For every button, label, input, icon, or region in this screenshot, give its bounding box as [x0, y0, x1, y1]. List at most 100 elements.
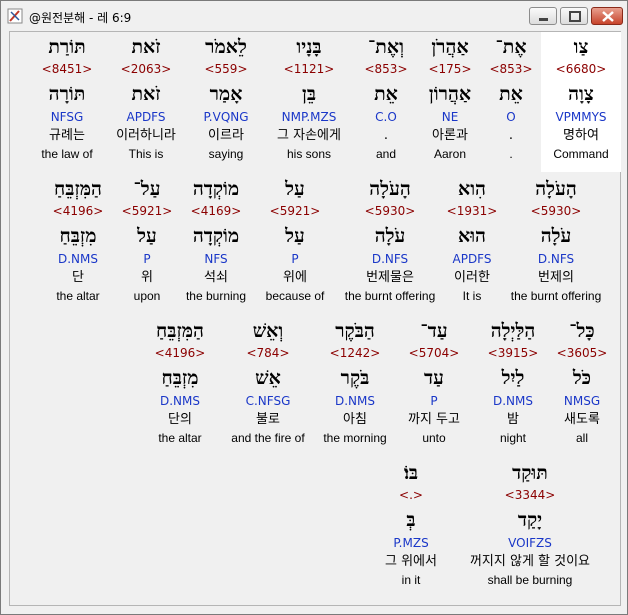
hebrew-lemma: עַד: [424, 367, 444, 389]
word-cell[interactable]: צַו <6680> צָוָה VPMMYS 명하여 Command: [541, 32, 621, 172]
hebrew-word: הַמִּזְבֵּחַ: [156, 320, 204, 342]
hebrew-lemma: כֹּל: [572, 367, 592, 389]
hebrew-word: בָּנָיו: [296, 36, 322, 58]
hebrew-lemma: עַל: [285, 225, 305, 247]
close-button[interactable]: [591, 7, 623, 25]
word-cell[interactable]: הַמִּזְבֵּחַ <4196> מִזְבֵּחַ D.NMS 단의 t…: [142, 316, 218, 456]
close-icon: [602, 11, 614, 22]
korean-gloss: 이르라: [208, 128, 244, 143]
word-cell[interactable]: הָעֹלָה <5930> עֹלָה D.NFS 번제의 the burnt…: [502, 174, 610, 314]
hebrew-lemma: תּוֹרָה: [48, 83, 86, 105]
hebrew-word: וְאֵשׁ: [252, 320, 284, 342]
word-cell[interactable]: הַבֹּקֶר <1242> בֹּקֶר D.NMS 아침 the morn…: [315, 316, 395, 456]
window-title: @원전분해 - 레 6:9: [29, 11, 132, 25]
parse-code: C.NFSG: [245, 394, 291, 408]
word-cell[interactable]: מוֹקְדָה <4169> מוֹקְדָה NFS 석쇠 the burn…: [178, 174, 254, 314]
korean-gloss: 밤: [507, 412, 519, 427]
hebrew-word: הָעֹלָה: [369, 178, 411, 200]
parse-code: D.NMS: [334, 394, 375, 408]
parse-code: D.NFS: [371, 252, 409, 266]
word-cell[interactable]: הַמִּזְבֵּחַ <4196> מִזְבֵּחַ D.NMS 단 th…: [38, 174, 118, 314]
word-cell[interactable]: זֹאת <2063> זֹאת APDFS 이러하니라 This is: [106, 32, 186, 172]
strong-number: <784>: [246, 346, 290, 360]
strong-number: <4196>: [154, 346, 206, 360]
app-window: @원전분해 - 레 6:9 צַו <6680> צָוָה VPMMYS 명하…: [0, 0, 628, 615]
parse-code: D.NFS: [537, 252, 575, 266]
strong-number: <6680>: [555, 62, 607, 76]
korean-gloss: 단: [72, 270, 84, 285]
maximize-button[interactable]: [560, 7, 588, 25]
word-cell[interactable]: עַל <5921> עַל P 위에 because of: [256, 174, 334, 314]
parse-code: VOIFZS: [508, 536, 552, 550]
parse-code: VPMMYS: [555, 110, 607, 124]
hebrew-lemma: מִזְבֵּחַ: [161, 367, 199, 389]
word-cell[interactable]: וְאֵשׁ <784> אֵשׁ C.NFSG 불로 and the fire…: [222, 316, 314, 456]
english-gloss: upon: [133, 289, 161, 303]
hebrew-lemma: אָמַר: [209, 83, 243, 105]
strong-number: <3605>: [556, 346, 608, 360]
korean-gloss: 그 자손에게: [277, 128, 341, 143]
maximize-icon: [569, 11, 581, 22]
word-cell[interactable]: כָּל־ <3605> כֹּל NMSG 새도록 all: [552, 316, 612, 456]
hebrew-word: הַמִּזְבֵּחַ: [54, 178, 102, 200]
strong-number: <5930>: [530, 204, 582, 218]
parse-code: NFS: [204, 252, 228, 266]
hebrew-word: כָּל־: [569, 320, 595, 342]
parse-code: P: [430, 394, 438, 408]
english-gloss: night: [499, 431, 527, 445]
english-gloss: the altar: [158, 431, 202, 445]
korean-gloss: 석쇠: [204, 270, 228, 285]
word-cell[interactable]: עַל־ <5921> עַל P 위 upon: [117, 174, 177, 314]
word-cell[interactable]: בּוֹ׃ <.> בְּ P.MZS 그 위에서 in it: [375, 458, 447, 598]
hebrew-lemma: בְּ: [406, 509, 416, 531]
parse-code: P.MZS: [393, 536, 429, 550]
word-cell[interactable]: לֵאמֹר <559> אָמַר P.VQNG 이르라 saying: [186, 32, 266, 172]
korean-gloss: 까지 두고: [408, 412, 460, 427]
strong-number: <5930>: [364, 204, 416, 218]
strong-number: <4169>: [190, 204, 242, 218]
word-cell[interactable]: הָעֹלָה <5930> עֹלָה D.NFS 번제물은 the burn…: [335, 174, 445, 314]
hebrew-word: לֵאמֹר: [205, 36, 247, 58]
hebrew-lemma: יָקַד: [517, 509, 543, 531]
strong-number: <.>: [399, 488, 423, 502]
english-gloss: shall be burning: [487, 573, 573, 587]
korean-gloss: 단의: [168, 412, 192, 427]
korean-gloss: 새도록: [564, 412, 600, 427]
parse-code: P: [291, 252, 299, 266]
english-gloss: This is: [128, 147, 164, 161]
hebrew-lemma: צָוָה: [568, 83, 594, 105]
word-cell[interactable]: תּוּקַד <3344> יָקַד VOIFZS 꺼지지 않게 할 것이요…: [455, 458, 605, 598]
minimize-icon: [539, 18, 548, 21]
english-gloss: Command: [553, 147, 609, 161]
title-bar[interactable]: @원전분해 - 레 6:9: [1, 1, 627, 31]
english-gloss: his sons: [286, 147, 332, 161]
english-gloss: and the fire of: [231, 431, 305, 445]
parse-code: NMSG: [563, 394, 601, 408]
word-cell[interactable]: הַלַּיְלָה <3915> לַיִל D.NMS 밤 night: [475, 316, 551, 456]
english-gloss: because of: [265, 289, 325, 303]
english-gloss: the morning: [323, 431, 387, 445]
word-cell[interactable]: עַד־ <5704> עַד P 까지 두고 unto: [396, 316, 472, 456]
english-gloss: saying: [208, 147, 244, 161]
parse-code: NFSG: [50, 110, 84, 124]
parse-code: D.NMS: [159, 394, 200, 408]
hebrew-lemma: זֹאת: [131, 83, 161, 105]
korean-gloss: 불로: [256, 412, 280, 427]
hebrew-word: הַבֹּקֶר: [335, 320, 375, 342]
hebrew-lemma: עֹלָה: [540, 225, 572, 247]
word-cell[interactable]: תּוֹרַת <8451> תּוֹרָה NFSG 규례는 the law …: [27, 32, 107, 172]
hebrew-word: עַל־: [133, 178, 161, 200]
english-gloss: the burnt offering: [510, 289, 602, 303]
minimize-button[interactable]: [529, 7, 557, 25]
korean-gloss: 위: [141, 270, 153, 285]
strong-number: <3344>: [504, 488, 556, 502]
word-cell[interactable]: בָּנָיו <1121> בֵּן NMP.MZS 그 자손에게 his s…: [259, 32, 359, 172]
korean-gloss: 규례는: [49, 128, 85, 143]
strong-number: <3915>: [487, 346, 539, 360]
hebrew-word: הָעֹלָה: [535, 178, 577, 200]
hebrew-lemma: עֹלָה: [374, 225, 406, 247]
hebrew-word: הַלַּיְלָה: [490, 320, 536, 342]
hebrew-word: תּוֹרַת: [48, 36, 86, 58]
hebrew-lemma: עַל: [137, 225, 157, 247]
hebrew-lemma: בֹּקֶר: [340, 367, 370, 389]
